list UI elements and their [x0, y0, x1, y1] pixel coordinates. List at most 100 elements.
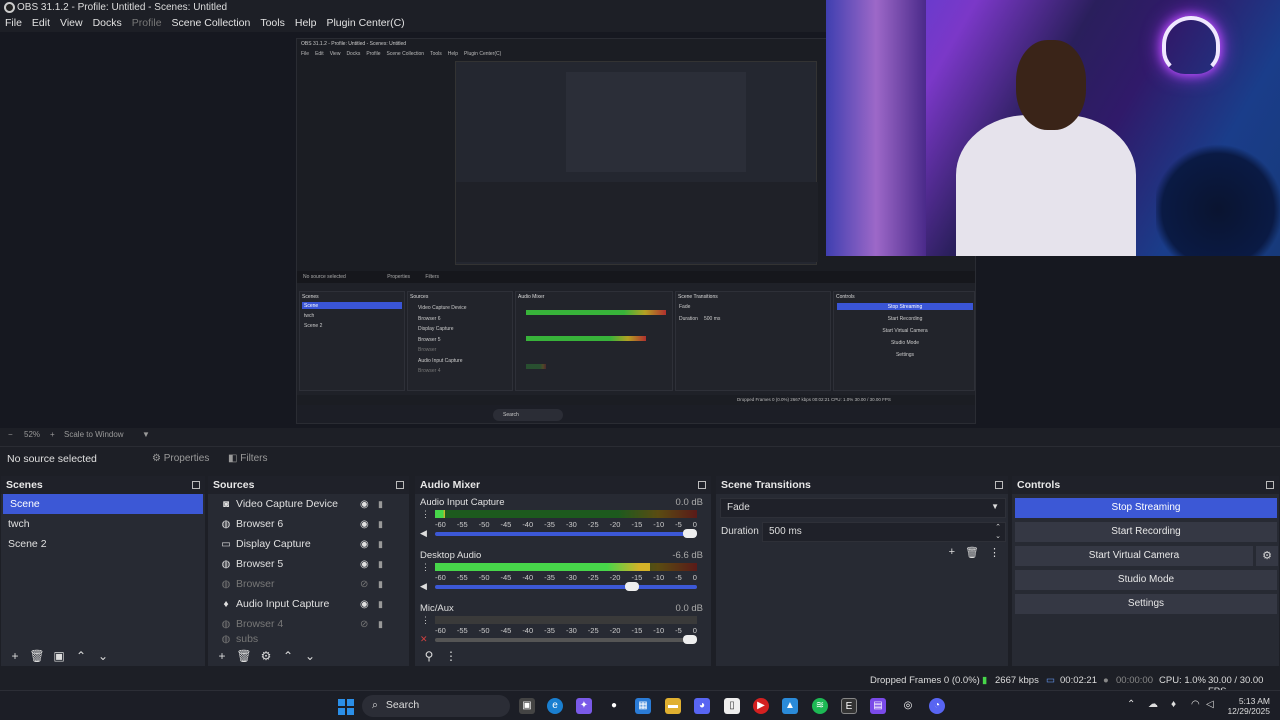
- studio-mode-button[interactable]: Studio Mode: [1015, 570, 1277, 590]
- scene-item[interactable]: Scene: [3, 494, 203, 514]
- spotify-icon[interactable]: ≋: [812, 698, 828, 714]
- kebab-menu-icon[interactable]: ⋮: [421, 509, 430, 519]
- duration-input[interactable]: 500 ms ⌃ ⌄: [762, 522, 1006, 542]
- trash-icon[interactable]: 🗑: [29, 649, 45, 663]
- zoom-out-button[interactable]: −: [8, 430, 13, 439]
- menu-edit[interactable]: Edit: [27, 16, 55, 32]
- kebab-menu-icon[interactable]: ⋮: [443, 649, 459, 663]
- popout-icon[interactable]: [396, 481, 404, 489]
- steam-icon[interactable]: ◎: [900, 698, 916, 714]
- eye-icon[interactable]: ◉: [360, 599, 369, 610]
- add-transition-button[interactable]: +: [949, 546, 955, 559]
- volume-knob[interactable]: [683, 635, 697, 644]
- discord-icon[interactable]: ◕: [694, 698, 710, 714]
- menu-plugin-center[interactable]: Plugin Center(C): [321, 16, 409, 32]
- filters-button[interactable]: ◧ Filters: [228, 453, 267, 464]
- source-item[interactable]: ◍ Browser ⊘ ▮: [208, 574, 409, 594]
- task-view-icon[interactable]: ▣: [519, 698, 535, 714]
- popout-icon[interactable]: [698, 481, 706, 489]
- menu-view[interactable]: View: [55, 16, 88, 32]
- add-scene-button[interactable]: +: [7, 649, 23, 663]
- source-item[interactable]: ◍ subs: [208, 634, 409, 644]
- lock-icon[interactable]: ▮: [378, 599, 383, 610]
- folder-icon[interactable]: ▬: [665, 698, 681, 714]
- lock-icon[interactable]: ▮: [378, 499, 383, 510]
- app-red-icon[interactable]: ▶: [753, 698, 769, 714]
- cloud-icon[interactable]: ☁: [1148, 699, 1158, 710]
- chevron-down-icon[interactable]: ▼: [142, 430, 150, 439]
- taskbar-search[interactable]: ⌕ Search: [362, 695, 510, 717]
- eye-hidden-icon[interactable]: ⊘: [360, 579, 368, 590]
- copilot-icon[interactable]: ✦: [576, 698, 592, 714]
- volume-knob[interactable]: [625, 582, 640, 591]
- speaker-icon[interactable]: ◀: [420, 581, 427, 592]
- scene-filters-button[interactable]: ▣: [51, 649, 67, 663]
- edge-icon[interactable]: e: [547, 698, 563, 714]
- scene-item[interactable]: twch: [1, 514, 205, 534]
- eye-icon[interactable]: ◉: [360, 519, 369, 530]
- menu-profile[interactable]: Profile: [127, 16, 167, 32]
- volume-slider[interactable]: [435, 529, 697, 538]
- start-recording-button[interactable]: Start Recording: [1015, 522, 1277, 542]
- menu-help[interactable]: Help: [290, 16, 322, 32]
- source-item[interactable]: ▭ Display Capture ◉ ▮: [208, 534, 409, 554]
- source-item[interactable]: ◍ Browser 4 ⊘ ▮: [208, 614, 409, 634]
- add-source-button[interactable]: +: [214, 649, 230, 663]
- clock[interactable]: 5:13 AM 12/29/2025: [1227, 696, 1270, 716]
- mic-icon[interactable]: ♦: [1171, 699, 1176, 710]
- store-icon[interactable]: ▦: [635, 698, 651, 714]
- move-down-button[interactable]: ⌄: [302, 649, 318, 663]
- advanced-audio-icon[interactable]: ⚲: [421, 649, 437, 663]
- popout-icon[interactable]: [192, 481, 200, 489]
- scene-item[interactable]: Scene 2: [1, 534, 205, 554]
- wifi-icon[interactable]: ◠: [1191, 699, 1200, 710]
- menu-scene-collection[interactable]: Scene Collection: [167, 16, 256, 32]
- menu-docks[interactable]: Docks: [88, 16, 127, 32]
- file-icon[interactable]: ▯: [724, 698, 740, 714]
- move-down-button[interactable]: ⌄: [95, 649, 111, 663]
- source-item[interactable]: ♦ Audio Input Capture ◉ ▮: [208, 594, 409, 614]
- zoom-in-button[interactable]: +: [50, 430, 55, 439]
- eye-icon[interactable]: ◉: [360, 539, 369, 550]
- menu-tools[interactable]: Tools: [255, 16, 290, 32]
- stop-streaming-button[interactable]: Stop Streaming: [1015, 498, 1277, 518]
- settings-button[interactable]: Settings: [1015, 594, 1277, 614]
- spin-icon[interactable]: ⌃ ⌄: [995, 523, 1001, 541]
- stream-app-icon[interactable]: ▤: [870, 698, 886, 714]
- eye-icon[interactable]: ◉: [360, 559, 369, 570]
- kebab-menu-icon[interactable]: ⋮: [989, 546, 1000, 559]
- lock-icon[interactable]: ▮: [378, 619, 383, 630]
- volume-slider[interactable]: [435, 582, 697, 591]
- speaker-icon[interactable]: ◀: [420, 528, 427, 539]
- source-item[interactable]: ◍ Browser 6 ◉ ▮: [208, 514, 409, 534]
- lock-icon[interactable]: ▮: [378, 539, 383, 550]
- volume-knob[interactable]: [683, 529, 697, 538]
- properties-button[interactable]: ⚙ Properties: [152, 453, 209, 464]
- volume-slider[interactable]: [435, 635, 697, 644]
- move-up-button[interactable]: ⌃: [73, 649, 89, 663]
- lock-icon[interactable]: ▮: [378, 579, 383, 590]
- start-virtual-camera-button[interactable]: Start Virtual Camera: [1015, 546, 1253, 566]
- lock-icon[interactable]: ▮: [378, 559, 383, 570]
- kebab-menu-icon[interactable]: ⋮: [421, 562, 430, 572]
- popout-icon[interactable]: [1266, 481, 1274, 489]
- virtual-camera-settings-button[interactable]: ⚙: [1256, 546, 1278, 566]
- gear-icon[interactable]: ⚙: [258, 649, 274, 663]
- chat-app-icon[interactable]: ◔: [929, 698, 945, 714]
- source-item[interactable]: ◍ Browser 5 ◉ ▮: [208, 554, 409, 574]
- eye-hidden-icon[interactable]: ⊘: [360, 619, 368, 630]
- popout-icon[interactable]: [995, 481, 1003, 489]
- obs-taskbar-icon[interactable]: ●: [606, 698, 622, 714]
- kebab-menu-icon[interactable]: ⋮: [421, 615, 430, 625]
- muted-speaker-icon[interactable]: ✕: [420, 634, 428, 645]
- epic-games-icon[interactable]: E: [841, 698, 857, 714]
- trash-icon[interactable]: 🗑: [965, 546, 979, 559]
- menu-file[interactable]: File: [0, 16, 27, 32]
- source-item[interactable]: ◙ Video Capture Device ◉ ▮: [208, 494, 409, 514]
- chevron-up-icon[interactable]: ⌃: [1127, 699, 1135, 710]
- lock-icon[interactable]: ▮: [378, 519, 383, 530]
- photos-icon[interactable]: ▲: [782, 698, 798, 714]
- move-up-button[interactable]: ⌃: [280, 649, 296, 663]
- windows-start-icon[interactable]: [338, 699, 354, 715]
- transition-select[interactable]: Fade ▼: [720, 498, 1006, 518]
